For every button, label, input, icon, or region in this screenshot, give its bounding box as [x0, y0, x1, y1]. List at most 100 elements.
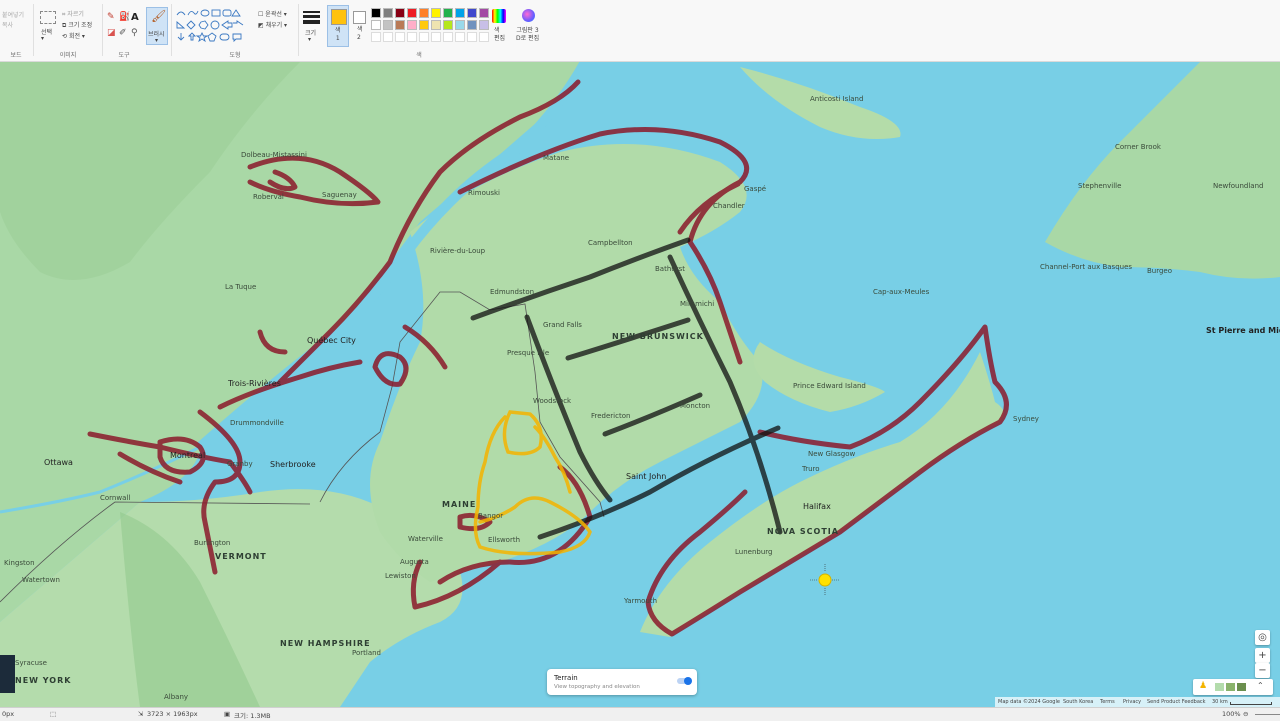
map-layers-bar[interactable]: ♟ ⌃ — [1193, 679, 1273, 695]
palette-swatch-empty[interactable] — [467, 32, 477, 42]
palette-swatch[interactable] — [395, 20, 405, 30]
map-label: Cornwall — [100, 494, 131, 502]
map-label: Edmundston — [490, 288, 535, 296]
chevron-down-icon[interactable]: ▾ — [41, 35, 44, 42]
paint3d-button[interactable]: 그림판 3 D로 편집 — [514, 8, 544, 48]
expand-icon[interactable]: ⌃ — [1257, 681, 1264, 690]
palette-swatch-empty[interactable] — [443, 32, 453, 42]
map-label: Lewiston — [385, 572, 416, 580]
palette-swatch[interactable] — [467, 8, 477, 18]
map-thumbnail[interactable] — [0, 655, 15, 693]
shapes-group-label: 도형 — [229, 52, 241, 59]
palette-swatch[interactable] — [443, 8, 453, 18]
palette-swatch[interactable] — [371, 20, 381, 30]
palette-swatch-empty[interactable] — [395, 32, 405, 42]
map-label: Bathurst — [655, 265, 685, 273]
palette-swatch[interactable] — [383, 20, 393, 30]
palette-swatch[interactable] — [443, 20, 453, 30]
palette-swatch-empty[interactable] — [407, 32, 417, 42]
palette-swatch[interactable] — [383, 8, 393, 18]
outline-button[interactable]: ☐ 윤곽선 ▾ — [258, 9, 287, 18]
pegman-icon[interactable]: ♟ — [1199, 681, 1207, 691]
shapes-group: ☐ 윤곽선 ▾ ◩ 채우기 ▾ 도형 — [172, 0, 298, 61]
terms-link[interactable]: Terms — [1100, 699, 1115, 705]
drawing-canvas[interactable]: Anticosti Island Newfoundland Corner Bro… — [0, 62, 1280, 707]
zoom-out-button[interactable]: − — [1255, 663, 1270, 678]
my-location-button[interactable]: ◎ — [1255, 630, 1270, 645]
palette-swatch[interactable] — [419, 20, 429, 30]
palette-swatch[interactable] — [395, 8, 405, 18]
terrain-toggle[interactable] — [677, 677, 692, 685]
terrain-card[interactable]: Terrain View topography and elevation — [547, 669, 697, 695]
fill-icon[interactable]: ⛽ — [119, 12, 130, 22]
palette-swatch[interactable] — [431, 20, 441, 30]
region-label: NEW YORK — [15, 676, 72, 685]
zoom-in-button[interactable]: + — [1255, 648, 1270, 663]
chevron-down-icon: ▾ — [155, 37, 159, 44]
palette-swatch[interactable] — [371, 8, 381, 18]
paste-button[interactable]: 붙여넣기 — [2, 10, 24, 19]
map-label: Channel-Port aux Basques — [1040, 263, 1133, 271]
brush-button[interactable]: 🖌 브러시 ▾ — [146, 7, 168, 45]
eraser-icon[interactable]: ◪ — [107, 28, 116, 38]
fill-button[interactable]: ◩ 채우기 ▾ — [258, 20, 287, 29]
color1-button[interactable]: 색 1 — [327, 5, 349, 47]
palette-swatch[interactable] — [455, 20, 465, 30]
text-icon[interactable]: A — [131, 12, 139, 23]
tools-group: ✎ ⛽ A ◪ ✐ ⚲ 도구 — [103, 0, 145, 61]
brush-icon: 🖌 — [151, 9, 167, 23]
map-label: Anticosti Island — [810, 95, 864, 103]
layer-thumb[interactable] — [1237, 683, 1246, 691]
map-label: Kingston — [4, 559, 35, 567]
palette-swatch-empty[interactable] — [371, 32, 381, 42]
map-label: Augusta — [400, 558, 429, 566]
edit-colors-button[interactable]: 색 편집 — [489, 8, 509, 48]
map-label: Rivière-du-Loup — [430, 247, 486, 255]
palette-swatch-empty[interactable] — [419, 32, 429, 42]
map-label: Saint John — [626, 472, 667, 481]
layer-thumb[interactable] — [1226, 683, 1235, 691]
size-line-icon — [303, 11, 320, 13]
palette-swatch[interactable] — [419, 8, 429, 18]
status-bar: 0px ⬚ ⇲ 3723 × 1963px ▣ 크기: 1.3MB 100% ⊖ — [0, 707, 1280, 721]
map-label: Stephenville — [1078, 182, 1122, 190]
palette-swatch[interactable] — [407, 20, 417, 30]
palette-swatch[interactable] — [407, 8, 417, 18]
map-label: Dolbeau-Mistassini — [241, 151, 307, 159]
palette-swatch-empty[interactable] — [479, 32, 489, 42]
palette-swatch[interactable] — [455, 8, 465, 18]
layer-thumb[interactable] — [1215, 683, 1224, 691]
palette-swatch-empty[interactable] — [383, 32, 393, 42]
palette-swatch-empty[interactable] — [431, 32, 441, 42]
feedback-link[interactable]: Send Product Feedback — [1147, 699, 1206, 705]
magnifier-icon[interactable]: ⚲ — [131, 28, 138, 38]
copy-button[interactable]: 복사 — [2, 20, 13, 29]
crop-button[interactable]: ⌗ 자르기 — [62, 9, 84, 19]
palette-swatch-empty[interactable] — [455, 32, 465, 42]
select-icon — [40, 11, 56, 24]
color2-button[interactable]: 색 2 — [351, 5, 369, 47]
zoom-out-icon[interactable]: ⊖ — [1243, 710, 1248, 718]
rainbow-icon — [492, 9, 506, 23]
color1-label: 색 1 — [335, 27, 341, 42]
color-picker-icon[interactable]: ✐ — [119, 28, 127, 38]
image-group-label: 이미지 — [59, 52, 77, 59]
map-label: Roberval — [253, 193, 284, 201]
file-size-icon: ▣ — [224, 710, 231, 718]
palette-swatch[interactable] — [479, 8, 489, 18]
map-label: Miramichi — [680, 300, 715, 308]
palette-swatch[interactable] — [467, 20, 477, 30]
size-group[interactable]: 크기 ▾ — [300, 0, 324, 61]
palette-swatch[interactable] — [431, 8, 441, 18]
privacy-link[interactable]: Privacy — [1123, 699, 1141, 705]
map-label: Rimouski — [468, 189, 500, 197]
resize-button[interactable]: ⧉ 크기 조정 — [62, 20, 92, 30]
rotate-button[interactable]: ⟲ 회전 ▾ — [62, 31, 85, 40]
palette-swatch[interactable] — [479, 20, 489, 30]
pencil-icon[interactable]: ✎ — [107, 12, 115, 22]
shapes-gallery[interactable] — [175, 8, 259, 44]
cursor-position: 0px — [2, 710, 15, 718]
map-label: Grand Falls — [543, 321, 582, 329]
region-label: NOVA SCOTIA — [767, 527, 839, 536]
zoom-slider[interactable] — [1255, 714, 1280, 715]
